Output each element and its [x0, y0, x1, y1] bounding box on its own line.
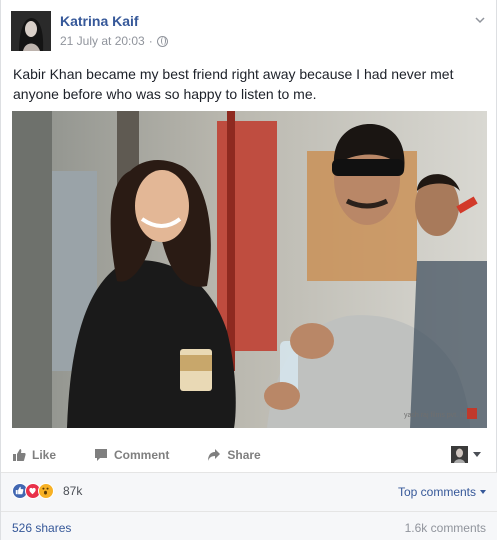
facebook-post: Katrina Kaif 21 July at 20:03 · Kabir Kh… — [0, 0, 497, 540]
comments-count[interactable]: 1.6k comments — [405, 521, 486, 535]
post-header: Katrina Kaif 21 July at 20:03 · — [1, 0, 497, 58]
reactions-row: 87k Top comments — [1, 473, 497, 511]
post-action-bar: Like Comment Share — [12, 440, 487, 470]
comment-label: Comment — [114, 448, 170, 462]
caret-down-icon — [480, 490, 486, 494]
shares-count-link[interactable]: 526 shares — [12, 521, 71, 535]
post-photo[interactable]: yash raj films pvt. ltd. — [12, 111, 487, 428]
like-button[interactable]: Like — [12, 448, 56, 462]
wow-reaction-icon — [38, 483, 54, 499]
like-label: Like — [32, 448, 57, 462]
stats-row: 526 shares 1.6k comments — [1, 512, 497, 540]
share-button[interactable]: Share — [207, 448, 261, 462]
comment-bubble-icon — [95, 449, 108, 461]
comment-sort-label: Top comments — [397, 485, 476, 499]
meta-separator: · — [148, 34, 153, 48]
caret-down-icon — [473, 452, 481, 457]
post-text: Kabir Khan became my best friend right a… — [13, 66, 454, 102]
reaction-icons[interactable] — [12, 483, 54, 499]
share-arrow-icon — [208, 449, 221, 461]
comment-sort-dropdown[interactable]: Top comments — [398, 485, 486, 499]
post-timestamp[interactable]: 21 July at 20:03 — [60, 34, 145, 48]
reaction-count[interactable]: 87k — [63, 484, 82, 498]
post-as-selector[interactable] — [451, 446, 481, 463]
share-label: Share — [227, 448, 261, 462]
globe-icon[interactable] — [156, 35, 168, 47]
chevron-down-icon[interactable] — [474, 14, 486, 26]
author-name-link[interactable]: Katrina Kaif — [60, 13, 139, 29]
page-avatar — [451, 446, 468, 463]
yrf-logo-icon — [467, 408, 477, 419]
photo-watermark: yash raj films pvt. ltd. — [404, 412, 469, 419]
post-meta: 21 July at 20:03 · — [60, 34, 168, 48]
photo-illustration: yash raj films pvt. ltd. — [12, 111, 487, 428]
comment-button[interactable]: Comment — [94, 448, 169, 462]
author-avatar[interactable] — [11, 11, 51, 51]
thumbs-up-icon — [13, 449, 26, 461]
